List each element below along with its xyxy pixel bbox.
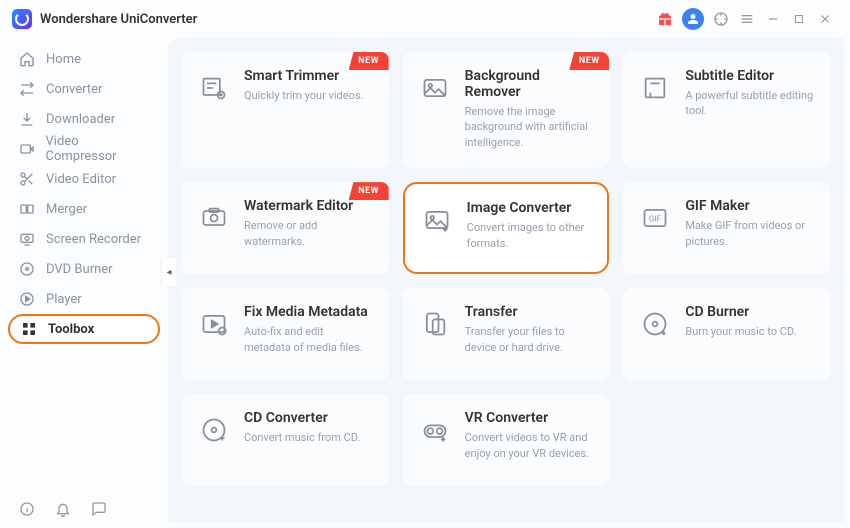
sidebar-item-downloader[interactable]: Downloader	[8, 104, 160, 134]
app-window: Wondershare UniConverter Ho	[0, 0, 850, 528]
subtitle-editor-icon	[639, 72, 671, 104]
maximize-button[interactable]	[786, 6, 812, 32]
sidebar-footer	[8, 492, 160, 528]
close-button[interactable]	[812, 6, 838, 32]
sidebar-item-label: Video Editor	[46, 172, 116, 187]
tool-title: Subtitle Editor	[685, 68, 814, 84]
sidebar-item-video-editor[interactable]: Video Editor	[8, 164, 160, 194]
tool-card-gif-maker[interactable]: GIF GIF Maker Make GIF from videos or pict…	[623, 182, 830, 274]
main-panel: Smart Trimmer Quickly trim your videos. NE…	[168, 38, 844, 522]
bell-icon[interactable]	[54, 500, 72, 518]
download-icon	[18, 110, 36, 128]
support-icon[interactable]	[708, 6, 734, 32]
tool-card-smart-trimmer[interactable]: Smart Trimmer Quickly trim your videos. NE…	[182, 52, 389, 168]
cd-burner-icon	[639, 308, 671, 340]
sidebar-item-dvd-burner[interactable]: DVD Burner	[8, 254, 160, 284]
tool-title: GIF Maker	[685, 198, 814, 214]
tool-card-watermark-editor[interactable]: Watermark Editor Remove or add watermarks…	[182, 182, 389, 274]
sidebar-item-video-compressor[interactable]: Video Compressor	[8, 134, 160, 164]
tool-card-subtitle-editor[interactable]: Subtitle Editor A powerful subtitle editi…	[623, 52, 830, 168]
sidebar-item-label: Downloader	[46, 112, 115, 127]
sidebar-item-home[interactable]: Home	[8, 44, 160, 74]
sidebar-item-label: Screen Recorder	[46, 232, 141, 247]
sidebar-item-label: Toolbox	[48, 322, 94, 337]
gif-maker-icon: GIF	[639, 202, 671, 234]
fix-media-metadata-icon	[198, 308, 230, 340]
tool-card-cd-converter[interactable]: CD Converter Convert music from CD.	[182, 394, 389, 486]
gift-icon[interactable]	[652, 6, 678, 32]
cd-converter-icon	[198, 414, 230, 446]
image-converter-icon	[421, 204, 453, 236]
sidebar-item-player[interactable]: Player	[8, 284, 160, 314]
feedback-icon[interactable]	[90, 500, 108, 518]
tool-desc: Convert images to other formats.	[467, 220, 592, 251]
tool-card-fix-media-metadata[interactable]: Fix Media Metadata Auto-fix and edit meta…	[182, 288, 389, 380]
minimize-button[interactable]	[760, 6, 786, 32]
sidebar-item-screen-recorder[interactable]: Screen Recorder	[8, 224, 160, 254]
sidebar-item-converter[interactable]: Converter	[8, 74, 160, 104]
tool-card-image-converter[interactable]: Image Converter Convert images to other f…	[403, 182, 610, 274]
tool-title: VR Converter	[465, 410, 594, 426]
app-title: Wondershare UniConverter	[40, 12, 197, 27]
compressor-icon	[18, 140, 36, 158]
converter-icon	[18, 80, 36, 98]
new-badge: NEW	[349, 182, 389, 200]
new-badge: NEW	[569, 52, 609, 70]
tool-desc: Make GIF from videos or pictures.	[685, 218, 814, 249]
tool-title: Smart Trimmer	[244, 68, 363, 84]
sidebar-item-merger[interactable]: Merger	[8, 194, 160, 224]
svg-text:GIF: GIF	[649, 214, 662, 224]
sidebar-collapse-button[interactable]: ◂	[162, 258, 176, 286]
sidebar-item-label: Video Compressor	[46, 134, 150, 164]
tool-desc: Burn your music to CD.	[685, 324, 796, 339]
tool-desc: Remove the image background with artific…	[465, 104, 594, 150]
home-icon	[18, 50, 36, 68]
sidebar-item-label: Merger	[46, 202, 87, 217]
vr-converter-icon	[419, 414, 451, 446]
tool-desc: Transfer your files to device or hard dr…	[465, 324, 594, 355]
tool-title: Watermark Editor	[244, 198, 373, 214]
disc-icon	[18, 260, 36, 278]
tool-card-cd-burner[interactable]: CD Burner Burn your music to CD.	[623, 288, 830, 380]
sidebar-item-label: Home	[46, 52, 81, 67]
tool-title: CD Burner	[685, 304, 796, 320]
titlebar: Wondershare UniConverter	[0, 0, 850, 38]
merger-icon	[18, 200, 36, 218]
tool-desc: Convert videos to VR and enjoy on your V…	[465, 430, 594, 461]
smart-trimmer-icon	[198, 72, 230, 104]
user-avatar-icon[interactable]	[682, 8, 704, 30]
tool-card-vr-converter[interactable]: VR Converter Convert videos to VR and enj…	[403, 394, 610, 486]
play-icon	[18, 290, 36, 308]
tool-card-background-remover[interactable]: Background Remover Remove the image backg…	[403, 52, 610, 168]
tool-title: Transfer	[465, 304, 594, 320]
sidebar-item-toolbox[interactable]: Toolbox	[8, 314, 160, 344]
transfer-icon	[419, 308, 451, 340]
scissors-icon	[18, 170, 36, 188]
toolbox-icon	[20, 320, 38, 338]
tool-title: CD Converter	[244, 410, 360, 426]
sidebar-item-label: Converter	[46, 82, 102, 97]
tool-card-transfer[interactable]: Transfer Transfer your files to device or…	[403, 288, 610, 380]
tool-title: Background Remover	[465, 68, 594, 100]
app-logo-icon	[12, 9, 32, 29]
tool-title: Fix Media Metadata	[244, 304, 373, 320]
sidebar-item-label: Player	[46, 292, 82, 307]
recorder-icon	[18, 230, 36, 248]
menu-icon[interactable]	[734, 6, 760, 32]
sidebar-item-label: DVD Burner	[46, 262, 113, 277]
tool-desc: Auto-fix and edit metadata of media file…	[244, 324, 373, 355]
tool-desc: Convert music from CD.	[244, 430, 360, 445]
tool-title: Image Converter	[467, 200, 592, 216]
info-icon[interactable]	[18, 500, 36, 518]
tool-desc: Quickly trim your videos.	[244, 88, 363, 103]
tool-desc: Remove or add watermarks.	[244, 218, 373, 249]
watermark-editor-icon	[198, 202, 230, 234]
tool-desc: A powerful subtitle editing tool.	[685, 88, 814, 119]
background-remover-icon	[419, 72, 451, 104]
sidebar: Home Converter Downloader Video Compress…	[0, 38, 168, 528]
new-badge: NEW	[349, 52, 389, 70]
